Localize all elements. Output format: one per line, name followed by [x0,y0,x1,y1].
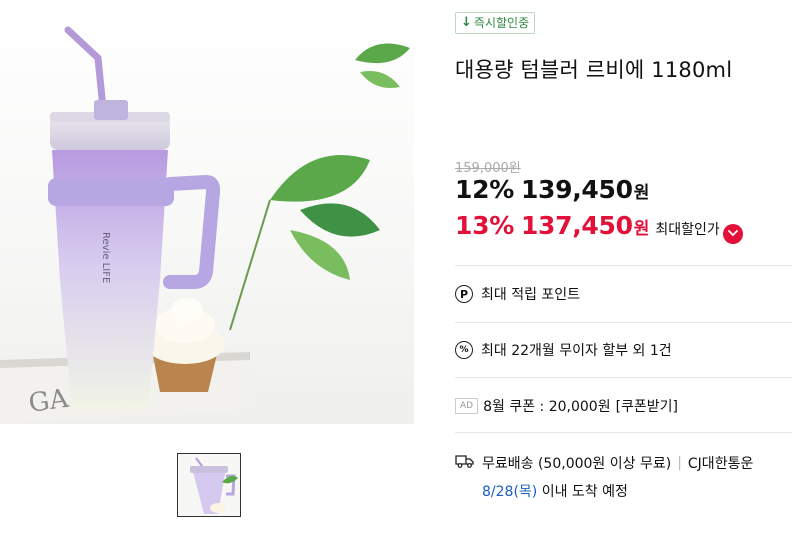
delivery-date: 8/28(목) [482,484,538,500]
divider [455,377,792,378]
coupon-row: AD 8월 쿠폰 : 20,000원 [쿠폰받기] [455,396,678,416]
down-arrow-icon: ↓ [461,15,472,30]
benefit-installment-text: 최대 22개월 무이자 할부 외 1건 [481,343,672,359]
shipping-method: 무료배송 (50,000원 이상 무료) [482,456,672,472]
separator: | [677,455,682,471]
benefit-points-text: 최대 적립 포인트 [481,287,581,303]
benefit-points[interactable]: P 최대 적립 포인트 [455,284,580,304]
offer-unit: 원 [633,183,650,203]
shipping-info: 무료배송 (50,000원 이상 무료) | CJ대한통운 8/28(목) 이내… [455,453,753,501]
svg-text:GA: GA [27,384,72,419]
truck-icon [455,454,474,472]
offer-amount: 139,450 [520,175,633,204]
tumbler-brand-print: Revie LIFE [100,232,111,283]
get-coupon-link[interactable]: [쿠폰받기] [616,396,678,416]
divider [455,432,792,433]
divider [455,322,792,323]
point-icon: P [455,285,473,303]
product-thumbnail[interactable] [177,453,241,517]
percent-icon: % [455,341,473,359]
max-discount-price: 13% 137,450 원 최대할인가 [455,211,743,244]
original-price: 159,000원 [455,161,521,176]
max-discount-unit: 원 [633,219,650,239]
chevron-down-icon[interactable] [722,223,743,244]
badge-text: 즉시할인중 [473,16,530,30]
delivery-eta-text: 이내 도착 예정 [541,484,628,500]
ad-tag: AD [455,398,479,414]
tumbler-photo: GA Revie LIFE [0,26,410,424]
max-discount-percent: 13% [455,211,514,240]
product-main-image: GA Revie LIFE [0,0,414,424]
benefit-installment[interactable]: % 최대 22개월 무이자 할부 외 1건 [455,340,672,360]
max-discount-amount: 137,450 [520,211,633,240]
product-title: 대용량 텀블러 르비에 1180ml [455,58,733,82]
offer-price: 12% 139,450 원 [455,175,649,204]
thumbnail-photo [178,454,240,516]
divider [455,265,792,266]
max-discount-label[interactable]: 최대할인가 [655,219,719,239]
coupon-text: 8월 쿠폰 : 20,000원 [483,399,611,415]
shipping-carrier: CJ대한통운 [687,456,754,472]
instant-discount-badge: ↓ 즉시할인중 [455,12,536,34]
offer-discount-percent: 12% [455,175,514,204]
